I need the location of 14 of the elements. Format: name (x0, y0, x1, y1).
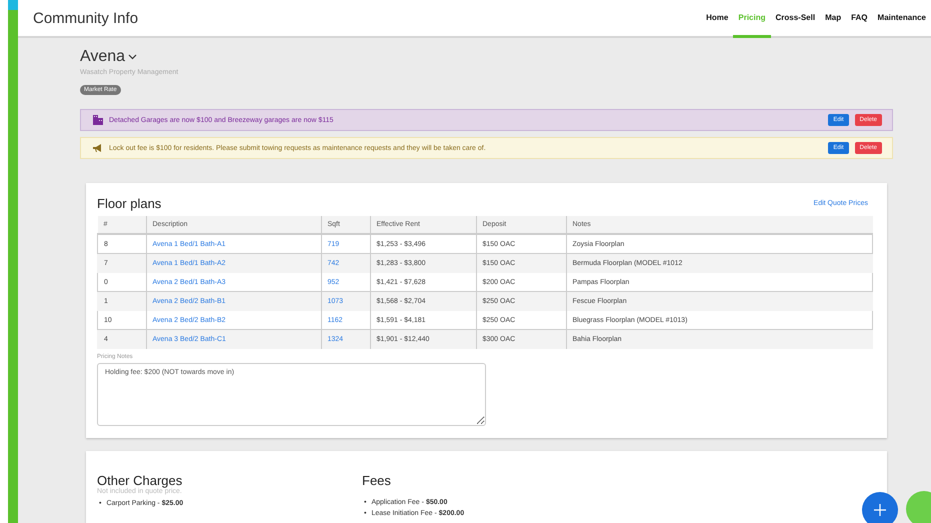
property-name: Avena (80, 48, 126, 66)
plus-icon (874, 504, 886, 516)
page-title: Community Info (33, 10, 138, 26)
nav-tab[interactable]: Cross-Sell (770, 0, 820, 38)
nav-tab[interactable]: FAQ (846, 0, 873, 38)
section-title: Fees (362, 473, 392, 488)
nav-tab[interactable]: Home (701, 0, 734, 38)
section-title: Other Charges (97, 473, 184, 488)
section-title: Floor plans (97, 196, 162, 211)
megaphone-icon (93, 144, 103, 152)
building-icon (93, 115, 103, 125)
nav-tab[interactable]: Map (820, 0, 846, 38)
chevron-down-icon[interactable] (128, 54, 138, 60)
nav-tab[interactable]: Maintenance (872, 0, 931, 38)
